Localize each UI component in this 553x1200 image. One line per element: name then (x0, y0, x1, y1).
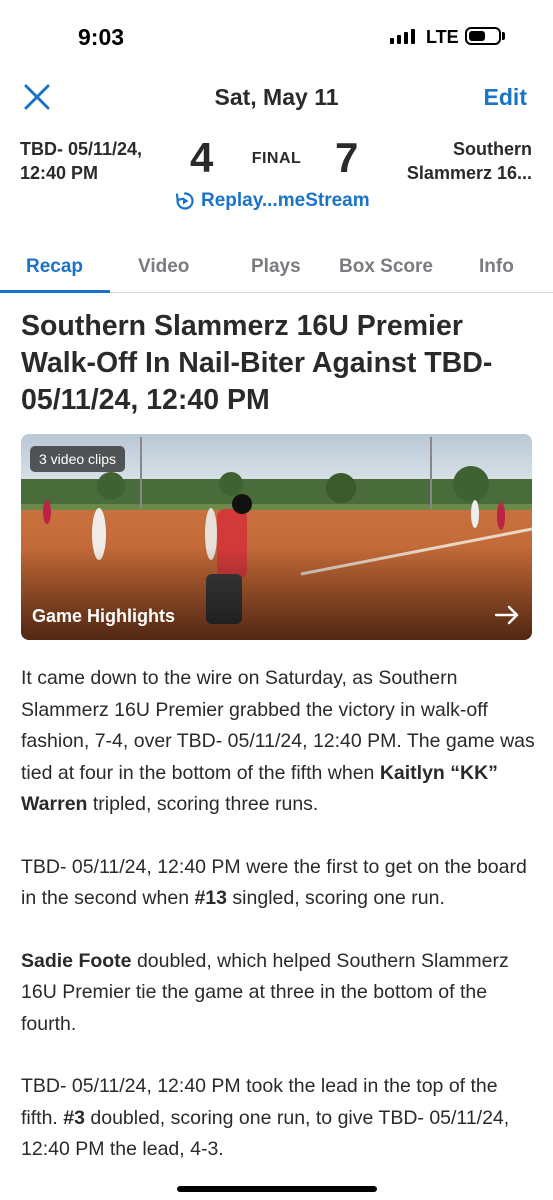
home-score: 7 (335, 134, 359, 181)
tab-recap[interactable]: Recap (26, 256, 83, 278)
edit-button[interactable]: Edit (484, 84, 527, 111)
home-team-line1: Southern (453, 139, 532, 159)
replay-link[interactable]: Replay...meStream (175, 190, 370, 212)
home-team-line2: Slammerz 16... (406, 163, 532, 183)
active-tab-indicator (0, 290, 110, 293)
status-time: 9:03 (78, 24, 125, 50)
tab-plays[interactable]: Plays (251, 256, 301, 278)
player-link-3[interactable]: #3 (63, 1107, 85, 1129)
player-link-sadie-foote[interactable]: Sadie Foote (21, 950, 132, 972)
paragraph-3: Sadie Foote doubled, which helped Southe… (21, 946, 536, 1041)
page-title: Sat, May 11 (214, 84, 339, 110)
game-highlights-card[interactable]: 3 video clips Game Highlights (21, 434, 532, 640)
paragraph-2: TBD- 05/11/24, 12:40 PM were the first t… (21, 852, 536, 915)
paragraph-1: It came down to the wire on Saturday, as… (21, 663, 536, 821)
signal-icon (390, 29, 415, 44)
arrow-right-icon[interactable] (494, 605, 520, 625)
p2-text-end: singled, scoring one run. (227, 887, 445, 909)
network-label: LTE (426, 27, 459, 47)
tab-bar: Recap Video Plays Box Score Info (0, 248, 553, 293)
battery-icon (465, 27, 501, 45)
highlights-title: Game Highlights (32, 606, 176, 626)
replay-label: Replay...meStream (201, 190, 370, 211)
video-clips-badge: 3 video clips (30, 446, 126, 472)
status-bar: 9:03 LTE (0, 0, 553, 70)
article-headline: Southern Slammerz 16U Premier Walk-Off I… (21, 310, 493, 416)
home-team-name[interactable]: Southern Slammerz 16... (407, 137, 532, 185)
paragraph-4: TBD- 05/11/24, 12:40 PM took the lead in… (21, 1071, 536, 1166)
article-body: It came down to the wire on Saturday, as… (21, 663, 536, 1197)
p4-text-end: doubled, scoring one run, to give TBD- 0… (21, 1106, 510, 1161)
battery-tip (502, 32, 505, 40)
player-link-13[interactable]: #13 (194, 887, 227, 909)
home-indicator[interactable] (177, 1186, 377, 1192)
tab-info[interactable]: Info (479, 256, 514, 278)
tab-box-score[interactable]: Box Score (339, 256, 433, 278)
replay-icon (175, 192, 194, 210)
tab-video[interactable]: Video (138, 256, 189, 278)
p1-text-end: tripled, scoring three runs. (87, 793, 319, 815)
